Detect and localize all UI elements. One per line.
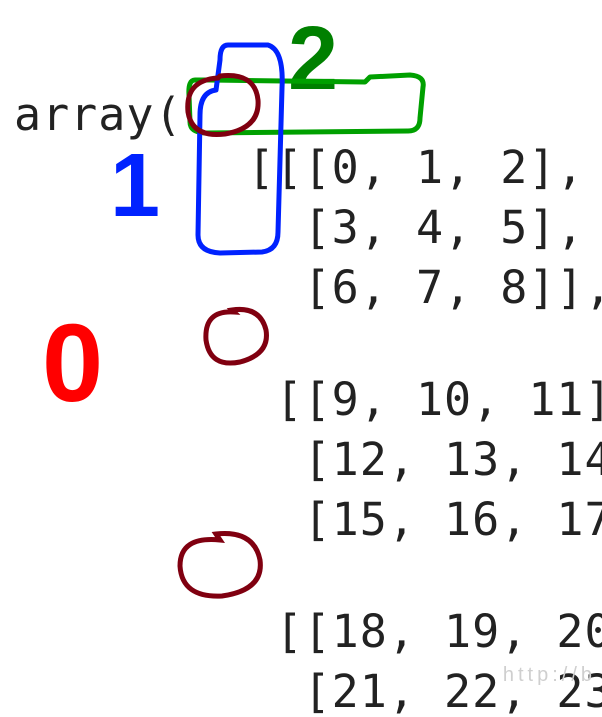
watermark-text: http://b xyxy=(503,664,596,687)
diagram-stage: array( 2 1 0 [[[0, 1, 2], [3, 4, 5], [6,… xyxy=(0,0,602,717)
axis-0-label: 0 xyxy=(42,300,103,427)
